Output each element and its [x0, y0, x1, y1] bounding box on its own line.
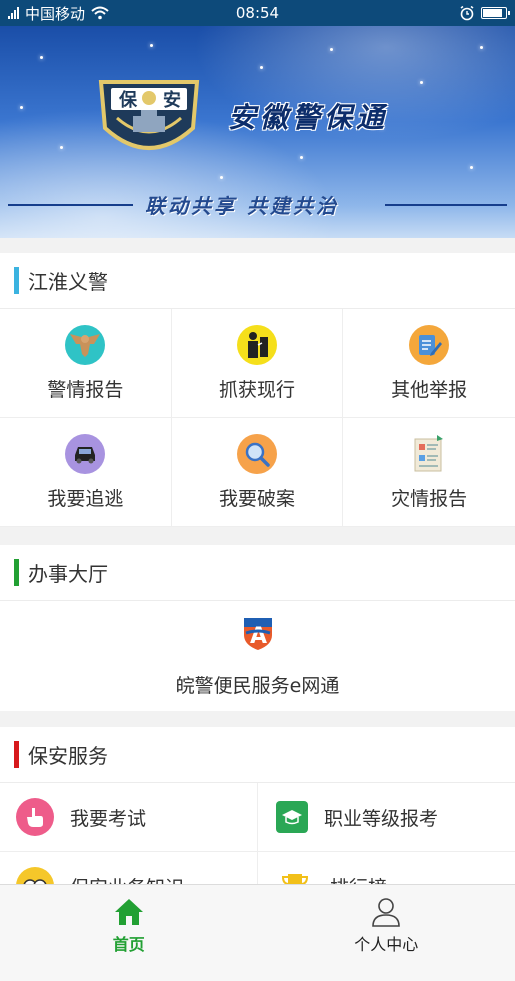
hand-point-icon — [16, 798, 54, 836]
arrest-icon — [236, 324, 277, 365]
menu-item-exam[interactable]: 我要考试 — [0, 783, 258, 852]
report-edit-icon — [409, 324, 450, 365]
section-title: 办事大厅 — [28, 562, 108, 586]
svg-text:安: 安 — [163, 89, 181, 111]
menu-item-grade-exam[interactable]: 职业等级报考 — [258, 783, 515, 852]
section-jianghuai: 江淮义警 警情报告 抓获现行 其他举报 我要追逃 我要破案 灾情报告 — [0, 253, 515, 527]
svg-text:A: A — [250, 624, 267, 649]
menu-item-label: 警情报告 — [47, 378, 124, 401]
graduation-cap-icon — [276, 801, 308, 833]
svg-text:保: 保 — [118, 89, 138, 111]
menu-item-knowledge[interactable]: 保安业务知识 — [0, 852, 258, 887]
banner-slogan: 联动共享 共建共治 — [145, 194, 339, 218]
nav-profile-label: 个人中心 — [354, 935, 419, 954]
banner-divider-right — [385, 204, 507, 206]
section-header: 保安服务 — [0, 727, 515, 783]
banner-title: 安徽警保通 — [228, 101, 389, 134]
menu-item-label: 我要破案 — [218, 487, 295, 510]
section-accent-bar — [14, 559, 19, 586]
section-office: 办事大厅 A 皖警便民服务e网通 — [0, 545, 515, 711]
header-banner: 保 安 安徽警保通 联动共享 共建共治 — [0, 26, 515, 238]
menu-item-label: 我要追逃 — [47, 487, 124, 510]
menu-item-other-report[interactable]: 其他举报 — [343, 309, 515, 418]
section-accent-bar — [14, 741, 19, 768]
menu-item-label: 我要考试 — [70, 807, 147, 830]
signal-icon — [8, 7, 19, 19]
menu-item-label: 其他举报 — [391, 378, 468, 401]
nav-profile[interactable]: 个人中心 — [258, 885, 515, 981]
menu-item-leaderboard[interactable]: 排行榜 — [258, 852, 515, 887]
section-header: 办事大厅 — [0, 545, 515, 601]
menu-item-disaster-report[interactable]: 灾情报告 — [343, 418, 515, 527]
section-header: 江淮义警 — [0, 253, 515, 309]
menu-item-label: 抓获现行 — [218, 378, 295, 401]
section-accent-bar — [14, 267, 19, 294]
ewangtong-logo-icon: A — [243, 617, 272, 650]
document-icon — [409, 434, 449, 474]
section-security: 保安服务 我要考试 职业等级报考 — [0, 727, 515, 887]
menu-item-catch-in-act[interactable]: 抓获现行 — [171, 309, 344, 418]
battery-icon — [481, 7, 510, 19]
status-bar: 中国移动 08:54 — [0, 0, 515, 26]
home-icon — [114, 899, 143, 925]
menu-item-label: 职业等级报考 — [324, 807, 439, 830]
eagle-icon — [65, 324, 106, 365]
menu-item-solve-case[interactable]: 我要破案 — [171, 418, 344, 527]
magnifier-icon — [236, 433, 277, 474]
menu-item-pursue-fugitive[interactable]: 我要追逃 — [0, 418, 172, 527]
alarm-icon — [460, 5, 474, 21]
nav-home[interactable]: 首页 — [0, 885, 258, 981]
banner-divider-left — [8, 204, 133, 206]
car-icon — [65, 433, 106, 474]
security-badge-logo: 保 安 — [98, 80, 200, 150]
bottom-nav: 首页 个人中心 — [0, 884, 515, 981]
menu-item-label: 灾情报告 — [391, 487, 468, 510]
section-title: 保安服务 — [28, 744, 108, 768]
menu-item-police-report[interactable]: 警情报告 — [0, 309, 172, 418]
person-icon — [372, 898, 401, 927]
section-title: 江淮义警 — [28, 270, 108, 294]
service-ewangtong[interactable]: A 皖警便民服务e网通 — [0, 601, 515, 711]
service-label: 皖警便民服务e网通 — [175, 674, 340, 697]
carrier-label: 中国移动 — [25, 4, 86, 23]
wifi-icon — [91, 6, 109, 20]
nav-home-label: 首页 — [112, 935, 145, 954]
